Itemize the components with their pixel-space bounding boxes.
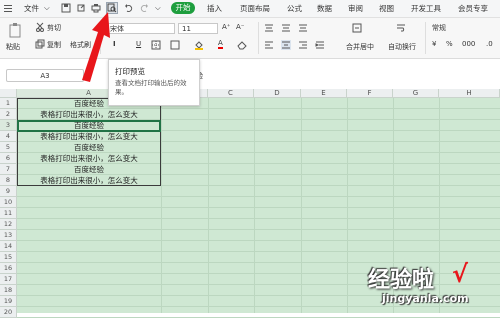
cut-button[interactable]: 剪切 [47, 23, 61, 33]
thousands-icon[interactable]: 000 [462, 40, 475, 48]
file-menu[interactable]: 文件 [24, 3, 39, 14]
ribbon-separator [258, 22, 259, 54]
row-gridline [17, 196, 500, 197]
row-header[interactable]: 4 [0, 131, 17, 142]
tab-member[interactable]: 会员专享 [458, 3, 488, 14]
row-header[interactable]: 3 [0, 120, 17, 131]
font-size-value: 11 [182, 25, 191, 33]
indent-icon[interactable] [315, 40, 325, 50]
font-color-icon[interactable]: A [218, 39, 223, 49]
tooltip-title: 打印预览 [115, 67, 145, 76]
tab-view[interactable]: 视图 [379, 3, 394, 14]
border-icon[interactable] [151, 40, 161, 50]
row-header[interactable]: 12 [0, 219, 17, 230]
column-header-h[interactable]: H [439, 89, 500, 98]
row-header[interactable]: 7 [0, 164, 17, 175]
wrap-text-icon[interactable] [396, 23, 406, 33]
copy-icon[interactable] [35, 39, 45, 49]
red-arrow-icon [82, 12, 110, 82]
undo-icon[interactable] [124, 3, 134, 13]
align-right-icon[interactable] [298, 40, 308, 50]
underline-icon[interactable]: U [136, 40, 141, 48]
align-center-icon[interactable] [281, 40, 291, 50]
copy-button[interactable]: 复制 [47, 40, 61, 50]
row-header[interactable]: 9 [0, 186, 17, 197]
row-gridline [17, 240, 500, 241]
row-header[interactable]: 1 [0, 98, 17, 109]
quick-access-dropdown-icon[interactable]: ⌵ [155, 3, 161, 13]
row-header[interactable]: 10 [0, 197, 17, 208]
save-icon[interactable] [61, 3, 71, 13]
tab-developer[interactable]: 开发工具 [411, 3, 441, 14]
tab-review[interactable]: 审阅 [348, 3, 363, 14]
row-header[interactable]: 11 [0, 208, 17, 219]
row-header[interactable]: 15 [0, 252, 17, 263]
watermark-check: √ [452, 260, 469, 288]
tab-home[interactable]: 开始 [171, 2, 195, 14]
auto-wrap-button[interactable]: 自动换行 [388, 42, 416, 52]
tab-page-layout[interactable]: 页面布局 [240, 3, 270, 14]
row-gridline [17, 218, 500, 219]
column-header-f[interactable]: F [347, 89, 393, 98]
fill-color-icon[interactable] [194, 40, 204, 50]
row-gridline [17, 251, 500, 252]
font-name-select[interactable]: 宋体 [106, 23, 175, 34]
merge-center-icon[interactable] [352, 23, 362, 33]
paste-icon[interactable] [8, 22, 24, 38]
watermark-url: jingyanla.com [382, 292, 469, 305]
paste-label[interactable]: 粘贴 [6, 42, 20, 52]
row-header[interactable]: 17 [0, 274, 17, 285]
print-preview-tooltip: 打印预览 查看文档打印输出后的效果。 [108, 59, 200, 106]
tab-formulas[interactable]: 公式 [287, 3, 302, 14]
row-gridline [17, 207, 500, 208]
currency-icon[interactable]: ¥ [432, 40, 436, 48]
column-header-g[interactable]: G [393, 89, 439, 98]
number-format-select[interactable]: 常规 [432, 23, 446, 33]
row-header[interactable]: 6 [0, 153, 17, 164]
corner-header[interactable] [0, 89, 17, 98]
align-middle-icon[interactable] [281, 23, 291, 33]
merge-cells-icon[interactable] [170, 40, 180, 50]
percent-icon[interactable]: % [446, 40, 453, 48]
row-header[interactable]: 18 [0, 285, 17, 296]
align-left-icon[interactable] [264, 40, 274, 50]
eraser-icon[interactable] [237, 40, 247, 50]
row-header[interactable]: 8 [0, 175, 17, 186]
align-bottom-icon[interactable] [298, 23, 308, 33]
decimal-icon[interactable]: .0 [486, 40, 493, 48]
row-header[interactable]: 14 [0, 241, 17, 252]
menu-icon[interactable] [3, 4, 13, 14]
increase-font-icon[interactable]: A⁺ [222, 23, 230, 31]
column-header-c[interactable]: C [208, 89, 254, 98]
column-header-e[interactable]: E [301, 89, 347, 98]
row-header[interactable]: 2 [0, 109, 17, 120]
watermark: 经验啦 √ jingyanla.com [368, 260, 498, 312]
align-top-icon[interactable] [264, 23, 274, 33]
redo-icon[interactable] [139, 3, 149, 13]
tab-data[interactable]: 数据 [317, 3, 332, 14]
decrease-font-icon[interactable]: A⁻ [236, 23, 244, 31]
ribbon-separator [425, 22, 426, 54]
merge-center-button[interactable]: 合并居中 [346, 42, 374, 52]
row-header[interactable]: 19 [0, 296, 17, 307]
data-range-border [17, 98, 161, 186]
scissors-icon[interactable] [35, 22, 45, 32]
row-gridline [17, 229, 500, 230]
column-header-d[interactable]: D [254, 89, 301, 98]
font-size-select[interactable]: 11 [178, 23, 218, 34]
row-header[interactable]: 16 [0, 263, 17, 274]
file-dropdown-icon[interactable]: ⌵ [44, 3, 50, 13]
row-header[interactable]: 13 [0, 230, 17, 241]
watermark-text: 经验啦 [368, 268, 435, 293]
tooltip-description: 查看文档打印输出后的效果。 [115, 79, 187, 96]
selected-cell-highlight[interactable] [17, 120, 161, 132]
row-header[interactable]: 5 [0, 142, 17, 153]
tab-insert[interactable]: 插入 [207, 3, 222, 14]
